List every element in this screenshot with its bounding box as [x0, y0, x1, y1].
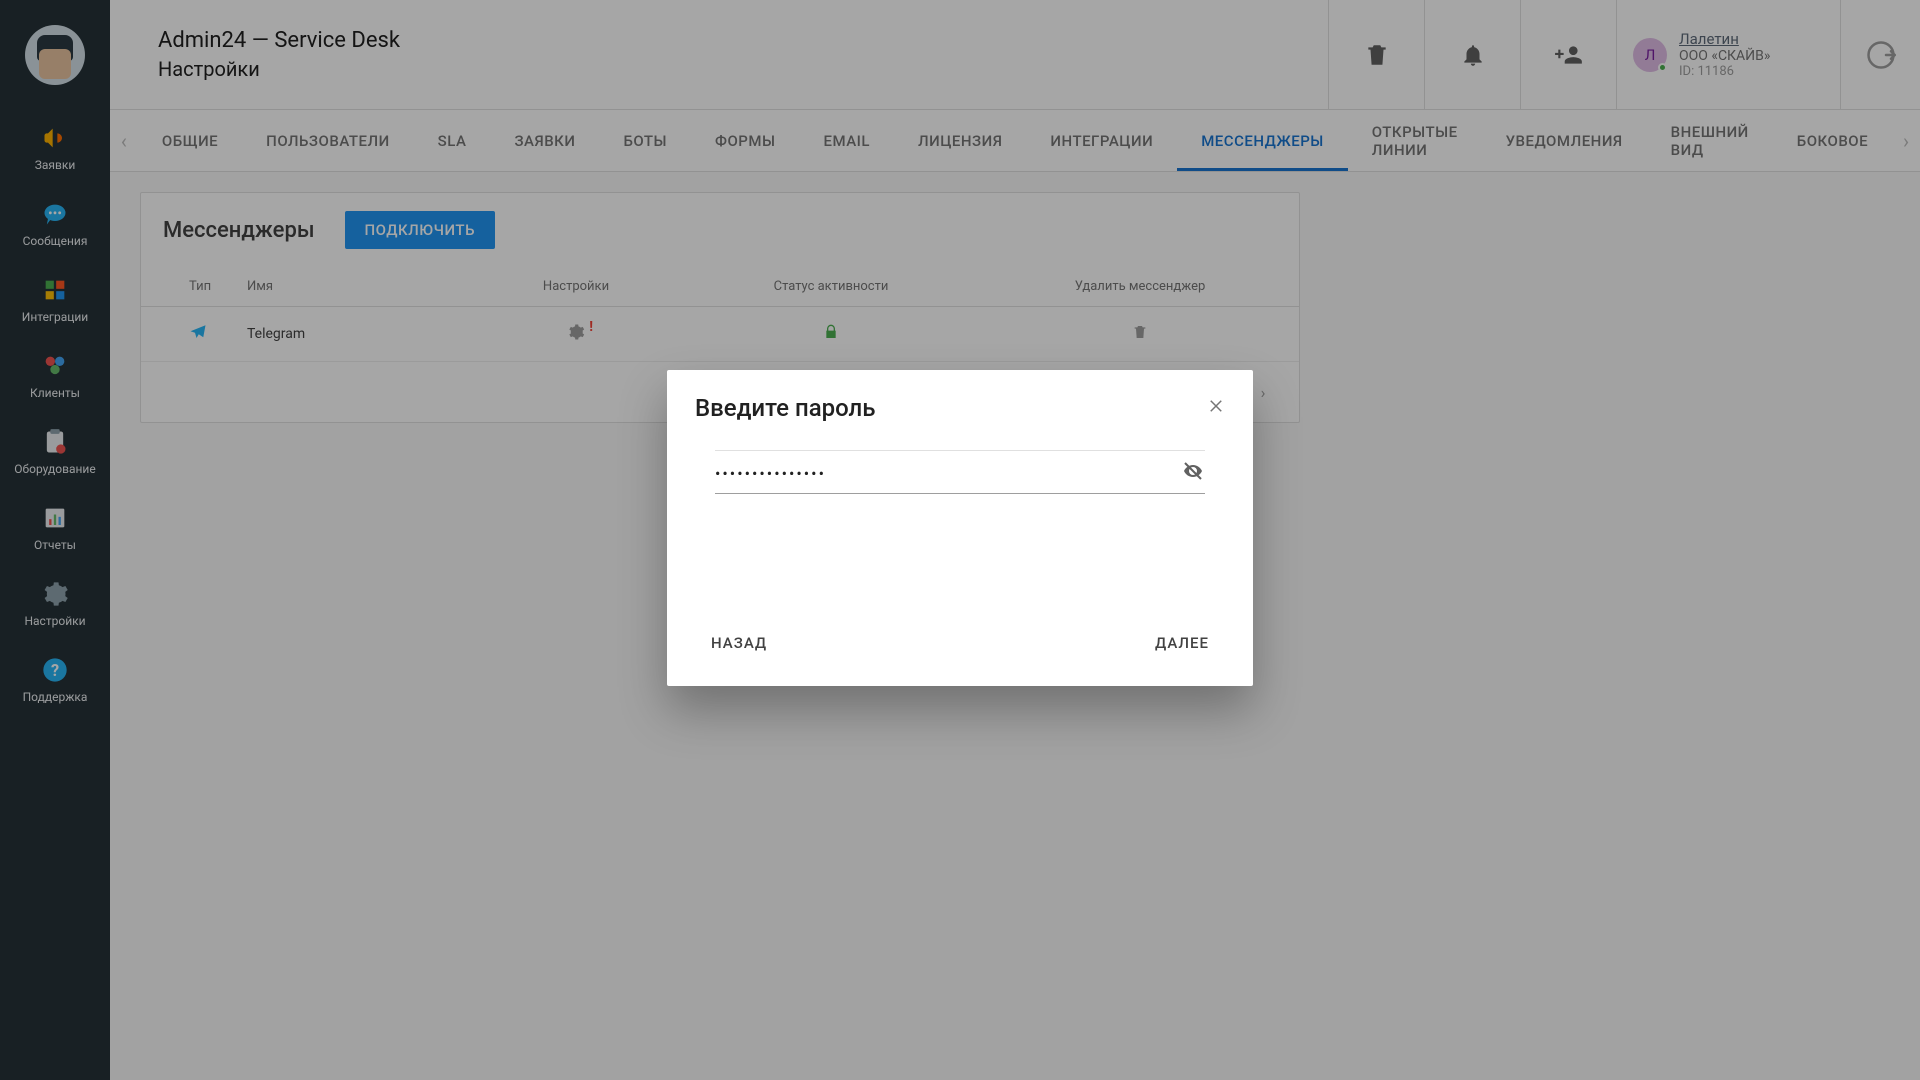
password-input[interactable]: [715, 464, 1181, 483]
close-icon: [1207, 397, 1225, 415]
dialog-footer: НАЗАД ДАЛЕЕ: [667, 624, 1253, 686]
dialog-header: Введите пароль: [667, 370, 1253, 430]
dialog-title: Введите пароль: [695, 394, 876, 422]
toggle-password-visibility[interactable]: [1181, 459, 1205, 487]
password-field-group: [715, 450, 1205, 494]
next-button[interactable]: ДАЛЕЕ: [1147, 624, 1217, 662]
back-button[interactable]: НАЗАД: [703, 624, 775, 662]
eye-off-icon: [1181, 459, 1205, 483]
password-dialog: Введите пароль НАЗАД ДАЛЕЕ: [667, 370, 1253, 686]
dialog-body: [667, 430, 1253, 624]
close-button[interactable]: [1207, 396, 1225, 420]
